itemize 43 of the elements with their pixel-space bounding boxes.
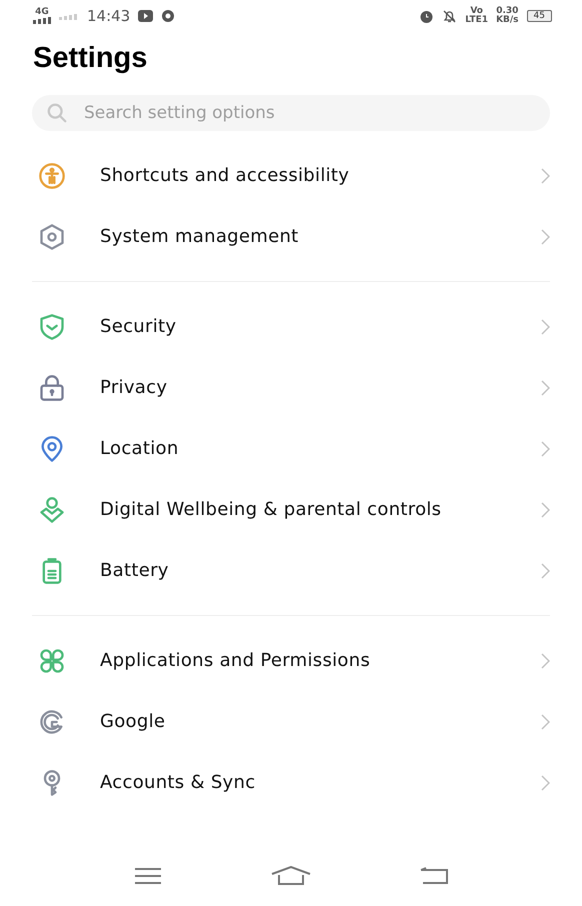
battery-level: 45 [526,10,552,22]
search-icon [46,102,68,124]
chevron-right-icon [541,228,550,244]
home-icon[interactable] [270,866,311,886]
volte-label: Vo [470,7,483,16]
signal-icon [33,17,51,24]
setting-item[interactable]: Digital Wellbeing & parental controls [100,499,541,520]
padlock-icon [38,374,66,402]
network-type: 4G [35,8,49,17]
chevron-right-icon [541,714,550,730]
apps-icon [38,646,66,674]
chevron-right-icon [541,562,550,578]
data-speed: 0.30 [496,7,518,16]
page-title: Settings [33,42,148,75]
chevron-right-icon [541,380,550,396]
chevron-right-icon [541,318,550,334]
chevron-right-icon [541,652,550,668]
clock-time: 14:43 [87,7,130,25]
chevron-right-icon [541,502,550,518]
search-field[interactable]: Search setting options [32,95,550,131]
menu-icon[interactable] [134,867,162,885]
setting-item[interactable]: Battery [100,560,541,581]
speed-unit: KB/s [496,16,519,25]
setting-item[interactable]: Accounts & Sync [100,772,541,793]
setting-item[interactable]: Security [100,316,541,337]
back-icon[interactable] [420,867,448,885]
setting-item[interactable]: Shortcuts and accessibility [100,165,541,186]
setting-item[interactable]: Applications and Permissions [100,650,541,671]
chevron-right-icon [541,440,550,456]
shield-check-icon [38,312,66,340]
bell-off-icon [442,8,458,24]
accessibility-icon [38,162,66,190]
hexagon-icon [38,222,66,250]
setting-item[interactable]: Location [100,438,541,459]
chevron-right-icon [541,168,550,184]
lte-label: LTE1 [465,16,488,25]
alarm-icon [419,8,434,24]
setting-item[interactable]: Privacy [100,377,541,398]
chevron-right-icon [541,774,550,790]
setting-item[interactable]: System management [100,226,541,247]
setting-item[interactable]: Google [100,711,541,732]
signal-icon [59,12,79,20]
play-icon [138,10,154,22]
